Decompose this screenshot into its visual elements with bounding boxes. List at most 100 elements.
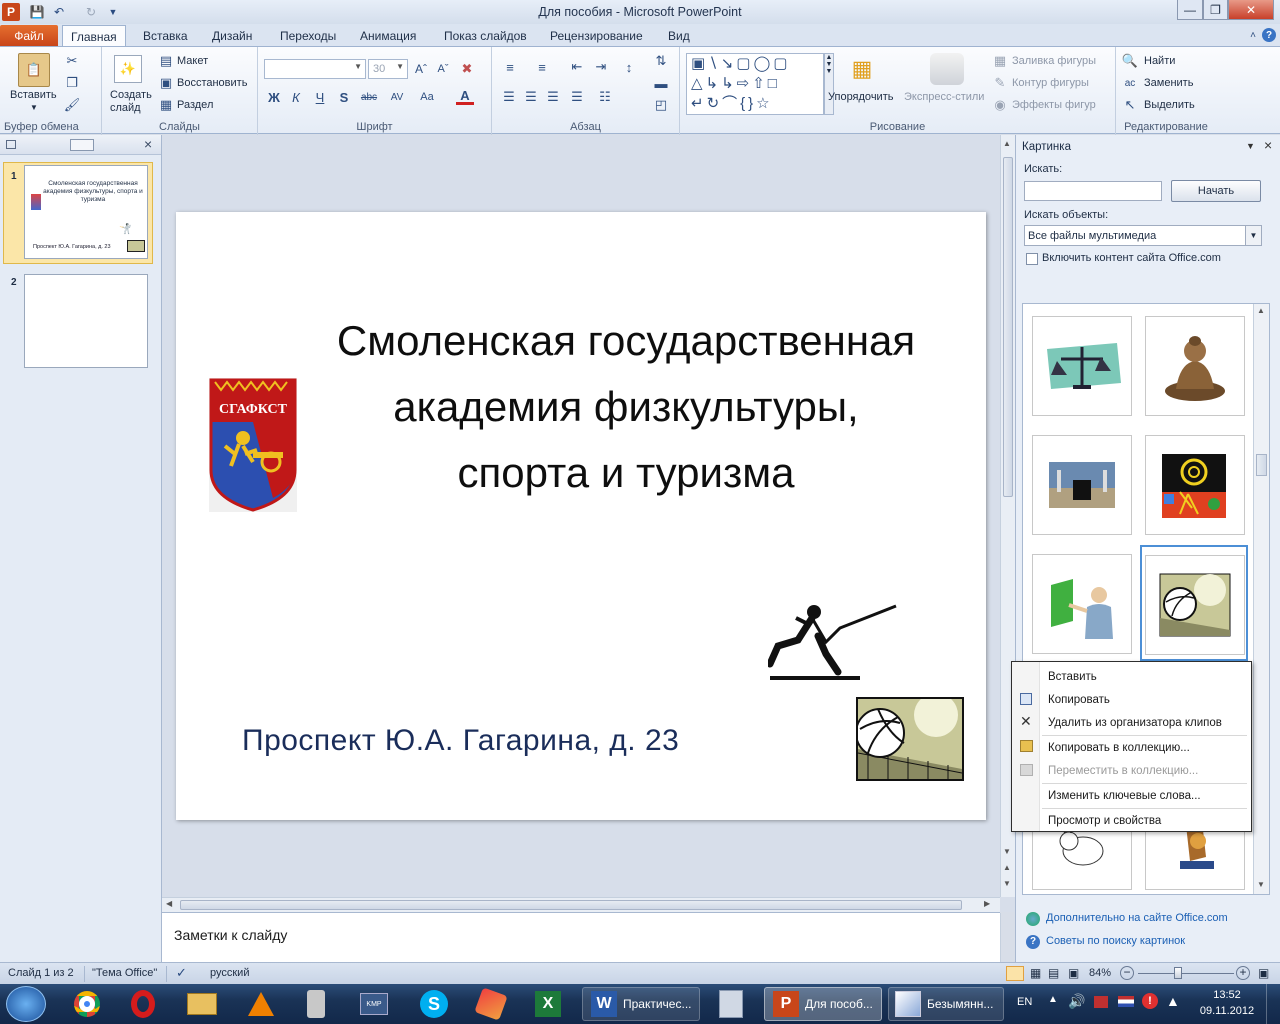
ribbon-minimize-icon[interactable]: ˄	[1246, 28, 1260, 42]
hscroll-thumb[interactable]	[180, 900, 962, 910]
slide-thumbnail[interactable]: Смоленская государственная академия физк…	[24, 165, 148, 259]
close-button[interactable]: ✕	[1228, 0, 1274, 20]
tab-transitions[interactable]: Переходы	[272, 27, 344, 45]
shapes-gallery[interactable]: ▣∖↘▢◯▢ △↳↳⇨⇧□ ↵↻⌒{}☆	[686, 53, 824, 115]
notes-pane[interactable]: Заметки к слайду	[162, 912, 1001, 963]
opera-icon[interactable]	[122, 987, 164, 1021]
theme-name[interactable]: "Тема Office"	[92, 967, 157, 979]
clipart-scales[interactable]	[1032, 316, 1132, 416]
fit-to-window-icon[interactable]: ▣	[1258, 966, 1269, 980]
language[interactable]: русский	[210, 967, 249, 979]
menu-item-move-to-collection[interactable]: Переместить в коллекцию...	[1048, 765, 1198, 777]
menu-item-copy-to-collection[interactable]: Копировать в коллекцию...	[1048, 742, 1190, 754]
input-language[interactable]: EN	[1017, 996, 1032, 1008]
strikethrough-icon[interactable]: abc	[358, 89, 380, 105]
quick-styles-icon[interactable]	[930, 53, 964, 85]
scroll-up-icon[interactable]: ▲	[1257, 306, 1265, 315]
clipart-telescope[interactable]	[1145, 435, 1245, 535]
taskbar-item-word[interactable]: W Практичес...	[582, 987, 700, 1021]
layout-icon[interactable]: ▤	[158, 53, 174, 69]
outline-tab[interactable]	[70, 139, 94, 151]
menu-item-copy[interactable]: Копировать	[1048, 694, 1110, 706]
app-icon[interactable]	[468, 987, 514, 1021]
cut-icon[interactable]: ✂	[64, 53, 80, 69]
alert-icon[interactable]: !	[1142, 993, 1158, 1009]
speaker-app-icon[interactable]	[296, 987, 336, 1021]
outline-icon[interactable]: ✎	[992, 75, 1008, 91]
text-direction-icon[interactable]: ⇅	[652, 53, 670, 69]
clock-time[interactable]: 13:52	[1200, 989, 1254, 1001]
replace-button[interactable]: Заменить	[1144, 77, 1193, 89]
select-button[interactable]: Выделить	[1144, 99, 1195, 111]
slide-address[interactable]: Проспект Ю.А. Гагарина, д. 23	[242, 724, 679, 758]
show-desktop-button[interactable]	[1266, 984, 1280, 1024]
start-button[interactable]	[6, 986, 46, 1022]
include-online-checkbox[interactable]	[1026, 253, 1038, 265]
slide-horizontal-scrollbar[interactable]: ◀ ▶	[162, 897, 1000, 912]
smartart-icon[interactable]: ◰	[652, 97, 670, 113]
replace-icon[interactable]: ac	[1122, 75, 1138, 91]
tab-slideshow[interactable]: Показ слайдов	[436, 27, 535, 45]
clear-format-icon[interactable]: ✖	[458, 61, 476, 77]
menu-item-delete[interactable]: Удалить из организатора клипов	[1048, 717, 1222, 729]
reset-icon[interactable]: ▣	[158, 75, 174, 91]
scroll-down-icon[interactable]: ▼	[1257, 880, 1265, 889]
prev-slide-icon[interactable]: ▲	[1003, 863, 1011, 872]
fill-icon[interactable]: ▦	[992, 53, 1008, 69]
menu-item-edit-keywords[interactable]: Изменить ключевые слова...	[1048, 790, 1201, 802]
align-text-icon[interactable]: ▬	[652, 75, 670, 91]
shapes-gallery-scroll[interactable]: ▲ ▼ ▼	[824, 53, 834, 115]
reading-view-icon[interactable]: ▤	[1048, 966, 1059, 980]
scroll-left-icon[interactable]: ◀	[166, 899, 172, 908]
clipart-teacher[interactable]	[1032, 554, 1132, 654]
italic-icon[interactable]: К	[288, 89, 304, 105]
volume-icon[interactable]: 🔊	[1068, 993, 1085, 1010]
shape-outline-button[interactable]: Контур фигуры	[1012, 77, 1089, 89]
effects-icon[interactable]: ◉	[992, 97, 1008, 113]
reset-button[interactable]: Восстановить	[177, 77, 247, 89]
academy-emblem[interactable]: СГАФКСТ	[209, 378, 297, 512]
zoom-slider[interactable]	[1138, 973, 1234, 974]
pane-options-icon[interactable]: ▼	[1246, 141, 1255, 151]
justify-icon[interactable]: ☰	[568, 89, 586, 105]
slide-canvas[interactable]: Смоленская государственная академия физк…	[176, 212, 986, 820]
normal-view-icon[interactable]	[1006, 966, 1024, 981]
search-input[interactable]	[1024, 181, 1162, 201]
paste-button[interactable]: Вставить	[10, 89, 57, 101]
align-left-icon[interactable]: ☰	[500, 89, 518, 105]
search-go-button[interactable]: Начать	[1171, 180, 1261, 202]
select-icon[interactable]: ↖	[1122, 97, 1138, 113]
clipart-mecca[interactable]	[1032, 435, 1132, 535]
slide-thumbnail[interactable]	[24, 274, 148, 368]
section-icon[interactable]: ▦	[158, 97, 174, 113]
menu-item-insert[interactable]: Вставить	[1048, 671, 1097, 683]
chevron-down-icon[interactable]: ▼	[1245, 226, 1261, 245]
new-slide-icon[interactable]: ✨	[114, 55, 142, 83]
next-slide-icon[interactable]: ▼	[1003, 879, 1011, 888]
tab-review[interactable]: Рецензирование	[542, 27, 651, 45]
zoom-in-icon[interactable]: +	[1236, 966, 1250, 980]
excel-icon[interactable]: X	[526, 987, 570, 1021]
explorer-icon[interactable]	[178, 987, 226, 1021]
format-painter-icon[interactable]: 🖌	[64, 97, 81, 113]
tray-expand-icon[interactable]: ▲	[1048, 994, 1058, 1005]
fencer-clipart[interactable]	[766, 598, 898, 682]
tab-file[interactable]: Файл	[0, 25, 58, 46]
slides-tab-icon[interactable]	[6, 140, 16, 149]
paste-dropdown-icon[interactable]: ▼	[30, 103, 38, 112]
scroll-down-icon[interactable]: ▼	[1003, 847, 1011, 856]
font-name-combo[interactable]: ▼	[264, 59, 366, 79]
quick-styles-button[interactable]: Экспресс-стили	[904, 91, 984, 103]
vlc-icon[interactable]	[238, 987, 284, 1021]
kmplayer-icon[interactable]: KMP	[354, 987, 394, 1021]
shrink-font-icon[interactable]: Aˇ	[434, 61, 452, 77]
tab-view[interactable]: Вид	[660, 27, 698, 45]
help-icon[interactable]: ?	[1262, 28, 1276, 42]
align-center-icon[interactable]: ☰	[522, 89, 540, 105]
slide-title[interactable]: Смоленская государственная академия физк…	[276, 308, 976, 506]
decrease-indent-icon[interactable]: ⇤	[568, 59, 586, 75]
copy-icon[interactable]: ❐	[64, 75, 80, 91]
font-color-icon[interactable]: A	[456, 88, 474, 105]
find-button[interactable]: Найти	[1144, 55, 1175, 67]
slide-sorter-icon[interactable]: ▦	[1030, 966, 1041, 980]
